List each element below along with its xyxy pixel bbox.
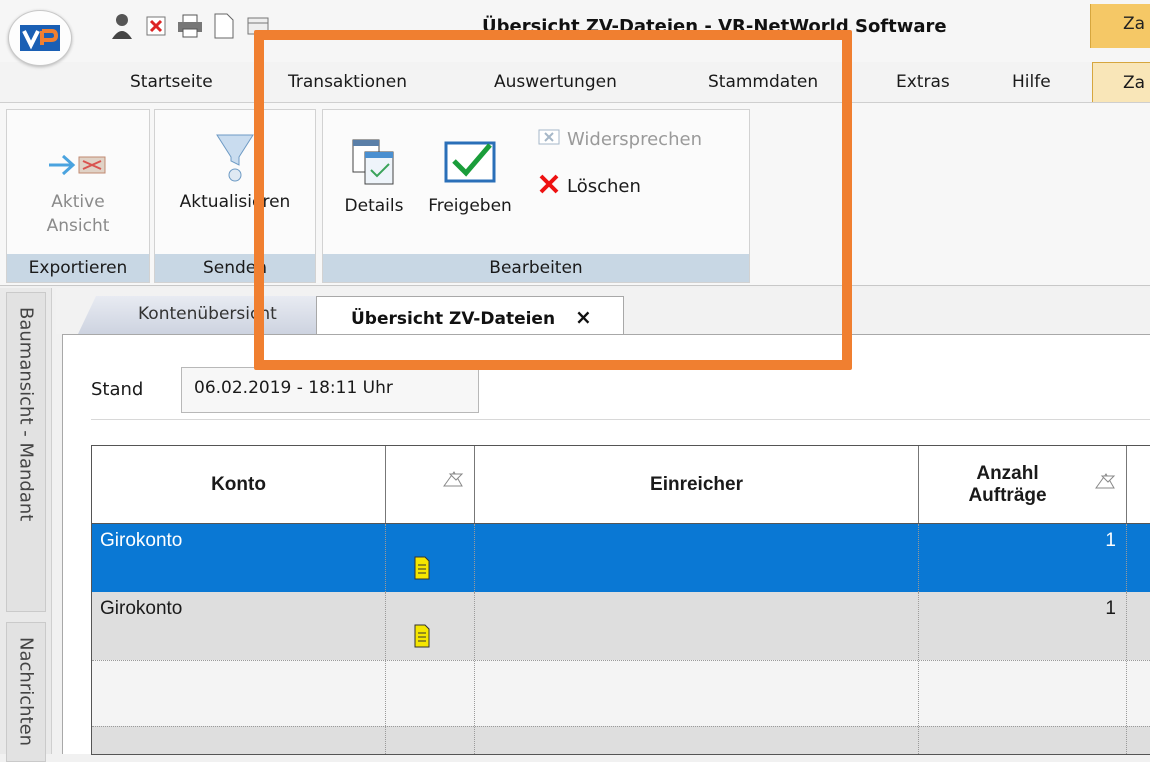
- aktive-ansicht-button[interactable]: Aktive Ansicht: [7, 140, 149, 238]
- tab-contextual-active[interactable]: Za: [1092, 62, 1150, 102]
- column-header-anzahl-label: Anzahl Aufträge: [968, 462, 1047, 506]
- table-row-empty: [92, 726, 1150, 754]
- stand-field: 06.02.2019 - 18:11 Uhr: [181, 367, 479, 413]
- volksbank-logo-icon[interactable]: [8, 10, 72, 66]
- cell-empty: [475, 661, 919, 726]
- cell-empty: [475, 727, 919, 754]
- close-icon[interactable]: ×: [575, 305, 592, 329]
- quick-access-toolbar: [108, 10, 272, 42]
- group-bearbeiten: Details Freigeben Widersprechen Löschen …: [322, 109, 750, 283]
- divider: [91, 419, 1150, 420]
- column-header-konto[interactable]: Konto: [92, 446, 386, 523]
- tab-hilfe[interactable]: Hilfe: [1012, 72, 1051, 92]
- cell-konto: Girokonto: [92, 592, 386, 660]
- tab-nachrichten-label: Nachrichten: [15, 637, 37, 747]
- sort-filter-icon[interactable]: [1094, 472, 1116, 496]
- ribbon-tab-bar: Startseite Transaktionen Auswertungen St…: [0, 62, 1150, 102]
- document-icon: [414, 556, 430, 585]
- close-document-icon[interactable]: [142, 12, 170, 40]
- cell-icon: [386, 524, 475, 592]
- tab-nachrichten[interactable]: Nachrichten: [6, 622, 46, 762]
- aktive-ansicht-label: Aktive Ansicht: [46, 192, 110, 236]
- loeschen-button[interactable]: Löschen: [537, 172, 641, 201]
- zv-dateien-table: Konto Einreicher Anzahl Aufträge Girokon…: [91, 445, 1150, 755]
- title-bar: Übersicht ZV-Dateien - VR-NetWorld Softw…: [0, 0, 1150, 66]
- loeschen-label: Löschen: [567, 176, 641, 197]
- cell-empty: [386, 661, 475, 726]
- anzahl-value: 1: [1105, 530, 1116, 551]
- group-label-exportieren: Exportieren: [7, 254, 149, 282]
- tab-transaktionen[interactable]: Transaktionen: [288, 72, 407, 92]
- widersprechen-icon: [537, 128, 561, 151]
- table-header-row: Konto Einreicher Anzahl Aufträge: [92, 446, 1150, 524]
- cell-empty: [92, 727, 386, 754]
- konto-text: Girokonto: [100, 530, 183, 551]
- widersprechen-button[interactable]: Widersprechen: [537, 128, 702, 151]
- konto-text: Girokonto: [100, 598, 183, 619]
- anzahl-value: 1: [1105, 598, 1116, 619]
- cell-anzahl: 1: [919, 524, 1127, 592]
- user-icon[interactable]: [108, 12, 136, 40]
- column-header-einreicher[interactable]: Einreicher: [475, 446, 919, 523]
- tab-baumansicht-mandant[interactable]: Baumansicht - Mandant: [6, 292, 46, 612]
- window-title: Übersicht ZV-Dateien - VR-NetWorld Softw…: [482, 16, 947, 37]
- left-side-panel: Baumansicht - Mandant Nachrichten: [0, 288, 52, 762]
- column-header-extra: [1127, 446, 1150, 523]
- tab-startseite[interactable]: Startseite: [130, 72, 213, 92]
- tab-auswertungen[interactable]: Auswertungen: [494, 72, 617, 92]
- table-row-empty: [92, 660, 1150, 726]
- tab-uebersicht-zv-dateien[interactable]: Übersicht ZV-Dateien ×: [316, 296, 624, 334]
- aktualisieren-label: Aktualisieren: [179, 192, 291, 212]
- cell-konto: Girokonto: [92, 524, 386, 592]
- cell-empty: [919, 661, 1127, 726]
- checkmark-icon: [415, 130, 525, 194]
- sort-filter-icon[interactable]: [442, 470, 464, 494]
- group-senden: Aktualisieren Senden: [154, 109, 316, 283]
- column-header-einreicher-label: Einreicher: [650, 473, 743, 495]
- column-header-icon[interactable]: [386, 446, 475, 523]
- cell-empty: [1127, 661, 1150, 726]
- document-tab-bar: Kontenübersicht Übersicht ZV-Dateien ×: [56, 288, 1150, 334]
- window-layout-icon[interactable]: [244, 12, 272, 40]
- group-exportieren: Aktive Ansicht Exportieren: [6, 109, 150, 283]
- tab-baumansicht-label: Baumansicht - Mandant: [15, 307, 37, 522]
- cell-empty: [386, 727, 475, 754]
- table-row[interactable]: Girokonto 1: [92, 524, 1150, 592]
- freigeben-label: Freigeben: [428, 196, 512, 216]
- cell-empty: [92, 661, 386, 726]
- page-icon[interactable]: [210, 12, 238, 40]
- tab-kontenuebersicht-label: Kontenübersicht: [138, 304, 277, 324]
- tab-uebersicht-zv-dateien-label: Übersicht ZV-Dateien: [351, 309, 556, 329]
- cell-anzahl: 1: [919, 592, 1127, 660]
- cell-empty: [1127, 727, 1150, 754]
- export-arrow-icon: [7, 140, 149, 190]
- ribbon: Aktive Ansicht Exportieren Aktualisieren…: [0, 102, 1150, 286]
- red-x-icon: [537, 172, 561, 201]
- column-header-konto-label: Konto: [211, 473, 266, 495]
- group-label-bearbeiten: Bearbeiten: [323, 254, 749, 282]
- stand-label: Stand: [91, 379, 144, 400]
- main-content: Stand 06.02.2019 - 18:11 Uhr Konto Einre…: [62, 334, 1150, 755]
- details-document-icon: [335, 130, 413, 194]
- cell-extra: [1127, 592, 1150, 660]
- freigeben-button[interactable]: Freigeben: [415, 130, 525, 218]
- cell-empty: [919, 727, 1127, 754]
- filter-funnel-icon: [155, 124, 315, 190]
- column-header-anzahl-auftraege[interactable]: Anzahl Aufträge: [919, 446, 1127, 523]
- details-label: Details: [344, 196, 404, 216]
- group-label-senden: Senden: [155, 254, 315, 282]
- tab-stammdaten[interactable]: Stammdaten: [708, 72, 818, 92]
- table-row[interactable]: Girokonto 1: [92, 592, 1150, 660]
- tab-extras[interactable]: Extras: [896, 72, 950, 92]
- details-button[interactable]: Details: [335, 130, 413, 218]
- aktualisieren-button[interactable]: Aktualisieren: [155, 124, 315, 214]
- contextual-tab-header[interactable]: Za: [1090, 4, 1150, 48]
- cell-extra: [1127, 524, 1150, 592]
- cell-icon: [386, 592, 475, 660]
- printer-icon[interactable]: [176, 12, 204, 40]
- cell-einreicher: [475, 592, 919, 660]
- widersprechen-label: Widersprechen: [567, 129, 702, 150]
- document-icon: [414, 624, 430, 653]
- cell-einreicher: [475, 524, 919, 592]
